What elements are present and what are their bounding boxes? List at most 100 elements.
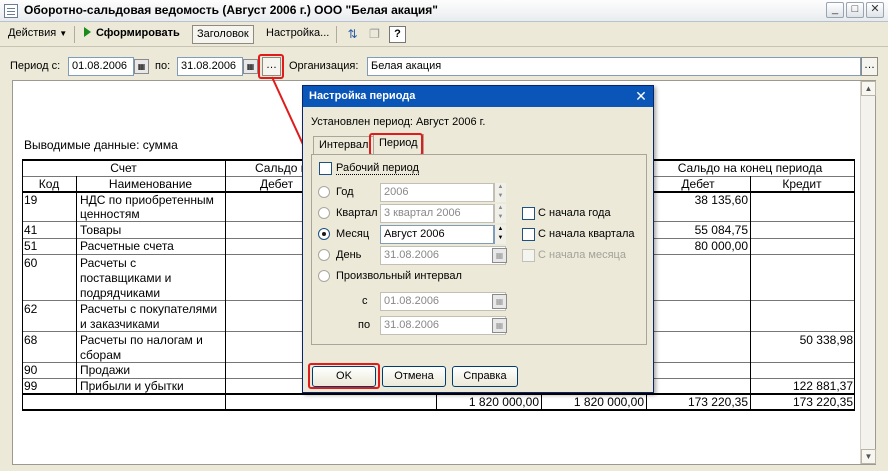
organization-label: Организация: <box>289 60 359 72</box>
row-name: ценностям <box>80 207 140 221</box>
year-field[interactable]: 2006 <box>380 183 494 202</box>
minimize-button[interactable]: _ <box>826 2 844 18</box>
output-data-label: Выводимые данные: сумма <box>24 138 178 152</box>
toolbar-separator <box>336 26 337 43</box>
organization-select-button[interactable]: … <box>861 57 878 76</box>
tab-period-highlight <box>369 133 423 156</box>
row-code: 62 <box>24 302 38 316</box>
row-name: НДС по приобретенным <box>80 193 214 207</box>
period-from-field[interactable]: 01.08.2006 <box>68 57 134 76</box>
from-quarter-start-label: С начала квартала <box>538 228 635 240</box>
month-field[interactable]: Август 2006 <box>380 225 494 244</box>
from-date-field[interactable]: 01.08.2006 <box>380 292 506 311</box>
month-spinner[interactable]: ▲ ▼ <box>494 225 506 244</box>
header-saldo-end: Сальдо на конец периода <box>677 161 823 175</box>
month-label: Месяц <box>336 228 370 240</box>
custom-interval-radio[interactable] <box>318 270 330 282</box>
header-saldo-start: Сальдо н <box>255 161 308 175</box>
year-spinner[interactable]: ▲ ▼ <box>494 183 506 202</box>
copy-icon[interactable]: ❐ <box>366 26 383 43</box>
day-radio[interactable] <box>318 249 330 261</box>
header-label: Заголовок <box>197 28 249 40</box>
period-tab-panel: Рабочий период Год 2006 ▲ ▼ Квартал 3 ква… <box>311 154 647 345</box>
calendar-icon[interactable]: ▦ <box>492 294 507 309</box>
refresh-icon[interactable]: ⇅ <box>344 26 361 43</box>
row-code: 60 <box>24 256 38 270</box>
quarter-radio[interactable] <box>318 207 330 219</box>
day-field[interactable]: 31.08.2006 <box>380 246 506 265</box>
help-button[interactable]: Справка <box>452 366 518 387</box>
calendar-icon[interactable]: ▦ <box>492 248 507 263</box>
row-code: 68 <box>24 333 38 347</box>
cancel-button[interactable]: Отмена <box>382 366 446 387</box>
day-label: День <box>336 249 362 261</box>
table-column-line <box>76 176 77 393</box>
row-code: 41 <box>24 223 38 237</box>
table-column-line <box>854 159 855 411</box>
dialog-close-button[interactable]: ✕ <box>633 88 649 104</box>
maximize-button[interactable]: □ <box>846 2 864 18</box>
document-icon <box>4 4 18 18</box>
quarter-label: Квартал <box>336 207 378 219</box>
row-end-debit: 80 000,00 <box>694 239 748 253</box>
row-name: Прибыли и убытки <box>80 379 184 393</box>
calendar-icon[interactable]: ▦ <box>243 59 258 74</box>
window-title: Оборотно-сальдовая ведомость (Август 200… <box>24 3 438 17</box>
row-name: Расчеты по налогам и <box>80 333 203 347</box>
help-icon[interactable]: ? <box>389 26 406 43</box>
month-radio[interactable] <box>318 228 330 240</box>
row-name: подрядчиками <box>80 286 161 300</box>
period-to-label: по: <box>155 60 171 72</box>
settings-label: Настройка... <box>266 27 330 39</box>
row-name: и заказчиками <box>80 317 160 331</box>
close-window-button[interactable]: ✕ <box>866 2 884 18</box>
row-end-debit: 55 084,75 <box>694 223 748 237</box>
header-name: Наименование <box>108 177 193 191</box>
header-end-credit: Кредит <box>782 177 822 191</box>
period-settings-dialog: Настройка периода ✕ Установлен период: А… <box>302 85 654 393</box>
actions-menu[interactable]: Действия ▼ <box>4 25 71 44</box>
generate-label: Сформировать <box>96 27 180 39</box>
quarter-field[interactable]: 3 квартал 2006 <box>380 204 494 223</box>
working-period-label: Рабочий период <box>336 162 419 175</box>
from-month-start-label: С начала месяца <box>538 249 626 261</box>
table-column-line <box>750 176 751 411</box>
actions-label: Действия <box>8 27 57 39</box>
period-select-button[interactable]: … <box>262 57 281 76</box>
row-end-credit: 50 338,98 <box>799 333 853 347</box>
table-bottom-border <box>22 409 855 411</box>
working-period-checkbox[interactable] <box>319 162 332 175</box>
to-date-field[interactable]: 31.08.2006 <box>380 316 506 335</box>
calendar-icon[interactable]: ▦ <box>134 59 149 74</box>
scroll-up-icon[interactable]: ▲ <box>861 81 876 96</box>
period-to-field[interactable]: 31.08.2006 <box>177 57 243 76</box>
from-month-start-checkbox[interactable] <box>522 249 535 262</box>
header-debit: Дебет <box>260 177 294 191</box>
from-quarter-start-checkbox[interactable] <box>522 228 535 241</box>
settings-button[interactable]: Настройка... <box>262 25 333 44</box>
from-label: с <box>362 295 368 307</box>
generate-button[interactable]: Сформировать <box>80 25 184 44</box>
year-radio[interactable] <box>318 186 330 198</box>
year-label: Год <box>336 186 354 198</box>
tab-interval[interactable]: Интервал <box>313 136 375 154</box>
total-turnover-debit: 1 820 000,00 <box>468 395 539 409</box>
calendar-icon[interactable]: ▦ <box>492 318 507 333</box>
row-end-credit: 122 881,37 <box>792 379 853 393</box>
organization-field[interactable]: Белая акация <box>367 57 861 76</box>
header-code: Код <box>38 177 60 191</box>
row-name: Товары <box>80 223 122 237</box>
scroll-down-icon[interactable]: ▼ <box>861 449 876 464</box>
vertical-scrollbar[interactable]: ▲ ▼ <box>860 81 876 464</box>
from-year-start-checkbox[interactable] <box>522 207 535 220</box>
ok-button[interactable]: OK <box>312 366 376 387</box>
header-button[interactable]: Заголовок <box>192 25 254 44</box>
row-name: сборам <box>80 348 122 362</box>
period-from-label: Период с: <box>10 60 61 72</box>
toolbar-separator <box>74 26 75 43</box>
toolbar: Действия ▼ Сформировать Заголовок Настро… <box>0 22 888 47</box>
play-icon <box>84 27 91 37</box>
header-account: Счет <box>110 161 137 175</box>
from-year-start-label: С начала года <box>538 207 611 219</box>
quarter-spinner[interactable]: ▲ ▼ <box>494 204 506 223</box>
